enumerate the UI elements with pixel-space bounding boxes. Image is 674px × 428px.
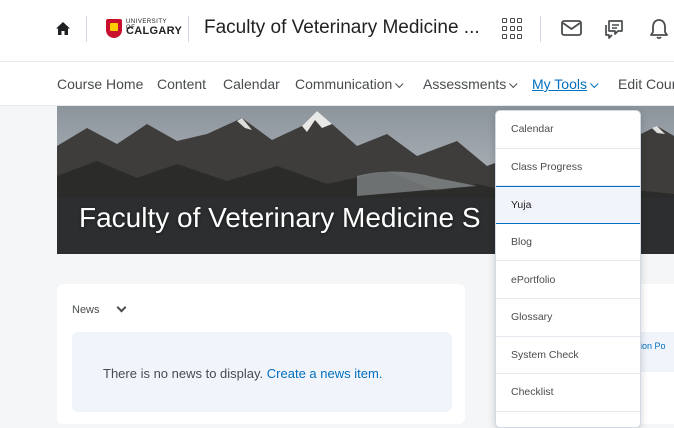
menu-item-checklist[interactable]: Checklist [496,374,640,412]
top-header: UNIVERSITY OF CALGARY Faculty of Veterin… [0,0,674,62]
header-divider [540,16,541,42]
news-widget: News There is no news to display. Create… [57,284,465,424]
chat-icon[interactable] [602,17,626,41]
my-tools-dropdown: Calendar Class Progress Yuja Blog ePortf… [495,110,641,428]
logo-text: CALGARY [126,25,183,37]
news-empty-message: There is no news to display. Create a ne… [103,366,382,381]
menu-item-class-progress[interactable]: Class Progress [496,149,640,187]
menu-item-calendar[interactable]: Calendar [496,111,640,149]
news-heading: News [72,304,100,316]
create-news-link[interactable]: Create a news item. [267,366,383,381]
news-empty-text: There is no news to display. [103,366,264,381]
chevron-down-icon [395,79,404,89]
nav-calendar[interactable]: Calendar [223,76,280,92]
nav-course-home[interactable]: Course Home [57,76,143,92]
chevron-down-icon [509,79,518,89]
header-divider [188,16,189,42]
menu-item-yuja[interactable]: Yuja [496,186,640,224]
course-navbar: Course Home Content Calendar Communicati… [0,62,674,106]
menu-item-system-check[interactable]: System Check [496,337,640,375]
university-logo[interactable]: UNIVERSITY OF CALGARY [106,17,182,41]
home-icon[interactable] [54,20,72,38]
bell-icon[interactable] [648,17,670,41]
mail-icon[interactable] [560,17,584,39]
chevron-down-icon [590,79,599,89]
side-widget-link[interactable]: ion Po [640,341,666,351]
nav-communication[interactable]: Communication [295,76,404,92]
header-divider [86,16,87,42]
chevron-down-icon[interactable] [116,302,127,313]
nav-edit-course[interactable]: Edit Cour [618,76,674,92]
nav-my-tools[interactable]: My Tools [532,76,599,92]
nav-assessments[interactable]: Assessments [423,76,518,92]
menu-item-eportfolio[interactable]: ePortfolio [496,261,640,299]
banner-title: Faculty of Veterinary Medicine S [79,202,481,233]
news-empty-state: There is no news to display. Create a ne… [72,332,452,412]
app-grid-icon[interactable] [502,18,524,40]
menu-item-blog[interactable]: Blog [496,224,640,262]
crest-icon [106,19,122,38]
nav-content[interactable]: Content [157,76,206,92]
menu-item-glossary[interactable]: Glossary [496,299,640,337]
course-title[interactable]: Faculty of Veterinary Medicine ... [204,17,480,39]
